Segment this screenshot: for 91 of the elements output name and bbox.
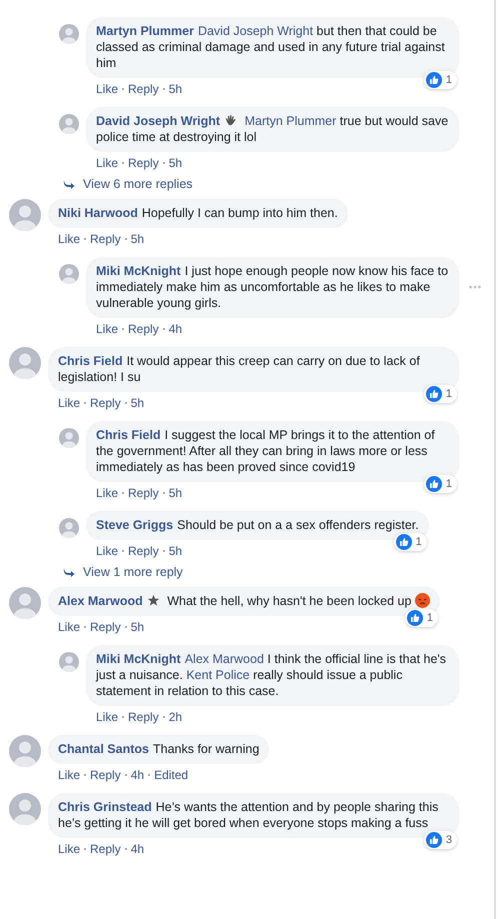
reply-link[interactable]: Reply bbox=[128, 322, 159, 336]
comment-text: Chris Field It would appear this creep can carry on due to lack of legislation! I su bbox=[58, 353, 421, 385]
reply-link[interactable]: Reply bbox=[128, 710, 159, 724]
comment-text: Martyn Plummer David Joseph Wright but then that could be classed as criminal damage and used in any future trial against him bbox=[96, 23, 446, 71]
reply-link[interactable]: Reply bbox=[128, 156, 159, 170]
comment-text: Miki McKnight Alex Marwood I think the official line is that he's just a nuisance. Kent Police really should issue a public statement in relation to this case. bbox=[96, 651, 448, 699]
comment-text: Chantal Santos Thanks for warning bbox=[58, 741, 260, 757]
thumbs-up-icon bbox=[406, 610, 423, 626]
timestamp[interactable]: 2h bbox=[168, 710, 182, 724]
avatar[interactable] bbox=[59, 652, 79, 672]
reply-link[interactable]: Reply bbox=[128, 486, 159, 500]
comment-text: Miki McKnight I just hope enough people now know his face to immediately make him as uncomfortable as he likes to make vulnerable young girls. bbox=[96, 263, 449, 311]
thumbs-up-icon bbox=[426, 72, 442, 88]
timestamp[interactable]: 4h bbox=[130, 768, 144, 782]
timestamp[interactable]: 5h bbox=[130, 232, 144, 246]
mention-link[interactable]: Alex Marwood bbox=[184, 652, 264, 666]
avatar[interactable] bbox=[59, 518, 79, 538]
reaction-count[interactable]: 1 bbox=[424, 71, 457, 89]
reaction-count[interactable]: 1 bbox=[424, 385, 457, 403]
comment-text: Alex Marwood What the hell, why hasn't he been locked up bbox=[58, 593, 430, 609]
author-name[interactable]: Alex Marwood bbox=[58, 594, 143, 608]
reaction-count[interactable]: 1 bbox=[404, 609, 438, 627]
avatar[interactable] bbox=[9, 347, 41, 379]
reply-link[interactable]: Reply bbox=[90, 620, 121, 634]
reaction-count[interactable]: 3 bbox=[424, 831, 457, 849]
author-name[interactable]: Chris Field bbox=[96, 428, 161, 442]
mention-link[interactable]: Martyn Plummer bbox=[244, 114, 336, 128]
timestamp[interactable]: 5h bbox=[168, 156, 182, 170]
avatar[interactable] bbox=[59, 264, 79, 284]
reaction-count[interactable]: 1 bbox=[394, 533, 427, 551]
comment-text: Chris Field I suggest the local MP brings it to the attention of the government! After all they can bring in laws more or less immediately as has been proved since covid19 bbox=[96, 427, 436, 475]
reply-link[interactable]: Reply bbox=[90, 768, 121, 782]
author-name[interactable]: Martyn Plummer bbox=[96, 24, 194, 38]
like-link[interactable]: Like bbox=[96, 322, 118, 336]
comment-text: Chris Grinstead He’s wants the attention and by people sharing this he’s getting it he will get bored when everyone stops making a fuss bbox=[58, 799, 440, 831]
like-link[interactable]: Like bbox=[96, 486, 118, 500]
avatar[interactable] bbox=[9, 587, 41, 619]
timestamp[interactable]: 4h bbox=[168, 322, 182, 336]
comment-text: David Joseph Wright Martyn Plummer true but would save police time at destroying it lol bbox=[96, 113, 449, 145]
like-link[interactable]: Like bbox=[96, 82, 118, 96]
like-link[interactable]: Like bbox=[96, 156, 118, 170]
avatar[interactable] bbox=[9, 199, 41, 231]
reply-link[interactable]: Reply bbox=[90, 232, 121, 246]
like-link[interactable]: Like bbox=[58, 620, 80, 634]
author-name[interactable]: Steve Griggs bbox=[96, 518, 174, 532]
timestamp[interactable]: 5h bbox=[168, 82, 182, 96]
hand-icon bbox=[224, 114, 238, 127]
comment-text: Steve Griggs Should be put on a a sex offenders register. bbox=[96, 517, 419, 533]
reply-arrow-icon bbox=[63, 179, 75, 189]
reaction-count[interactable]: 1 bbox=[424, 475, 457, 493]
like-link[interactable]: Like bbox=[58, 768, 80, 782]
avatar[interactable] bbox=[9, 735, 41, 767]
angry-emoji-icon bbox=[414, 593, 430, 608]
avatar[interactable] bbox=[59, 24, 79, 44]
mention-link[interactable]: Kent Police bbox=[186, 668, 250, 682]
like-link[interactable]: Like bbox=[58, 842, 80, 856]
timestamp[interactable]: 5h bbox=[130, 620, 144, 634]
author-name[interactable]: Miki McKnight bbox=[96, 264, 181, 278]
thumbs-up-icon bbox=[426, 386, 442, 402]
avatar[interactable] bbox=[59, 114, 79, 134]
edited-label[interactable]: Edited bbox=[154, 768, 188, 782]
thumbs-up-icon bbox=[426, 476, 442, 492]
like-link[interactable]: Like bbox=[58, 396, 80, 410]
author-name[interactable]: David Joseph Wright bbox=[96, 114, 220, 128]
thumbs-up-icon bbox=[426, 832, 442, 848]
avatar[interactable] bbox=[9, 793, 41, 825]
star-icon bbox=[146, 594, 160, 607]
avatar[interactable] bbox=[59, 428, 79, 448]
author-name[interactable]: Miki McKnight bbox=[96, 652, 181, 666]
thumbs-up-icon bbox=[396, 534, 412, 550]
like-link[interactable]: Like bbox=[58, 232, 80, 246]
view-more-replies-link[interactable]: View 1 more reply bbox=[63, 565, 183, 579]
comment-text: Niki Harwood Hopefully I can bump into him then. bbox=[58, 205, 338, 221]
timestamp[interactable]: 5h bbox=[168, 544, 182, 558]
mention-link[interactable]: David Joseph Wright bbox=[198, 24, 314, 38]
reply-link[interactable]: Reply bbox=[90, 842, 121, 856]
author-name[interactable]: Chris Field bbox=[58, 354, 123, 368]
reply-link[interactable]: Reply bbox=[90, 396, 121, 410]
reply-link[interactable]: Reply bbox=[128, 82, 159, 96]
timestamp[interactable]: 4h bbox=[130, 842, 144, 856]
author-name[interactable]: Niki Harwood bbox=[58, 206, 138, 220]
reply-arrow-icon bbox=[63, 567, 75, 577]
more-options-icon[interactable] bbox=[468, 285, 482, 289]
author-name[interactable]: Chantal Santos bbox=[58, 742, 149, 756]
like-link[interactable]: Like bbox=[96, 544, 118, 558]
author-name[interactable]: Chris Grinstead bbox=[58, 800, 152, 814]
reply-link[interactable]: Reply bbox=[128, 544, 159, 558]
timestamp[interactable]: 5h bbox=[168, 486, 182, 500]
view-more-replies-link[interactable]: View 6 more replies bbox=[63, 177, 193, 191]
like-link[interactable]: Like bbox=[96, 710, 118, 724]
timestamp[interactable]: 5h bbox=[130, 396, 144, 410]
